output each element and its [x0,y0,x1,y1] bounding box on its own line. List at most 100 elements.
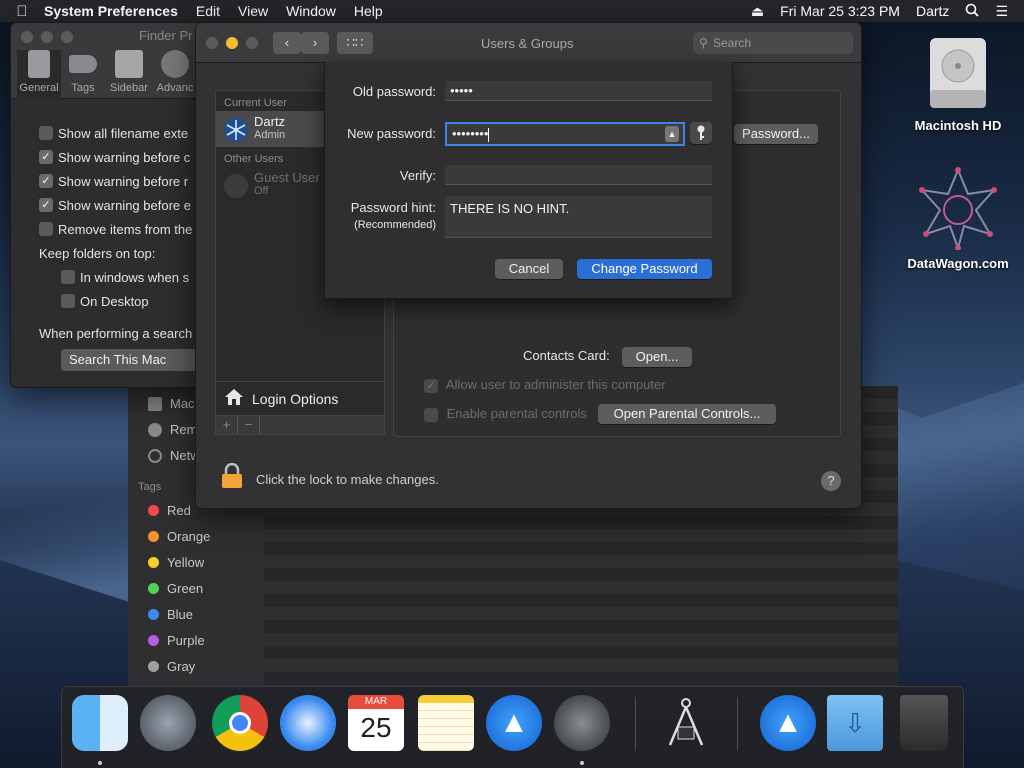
change-password-button[interactable]: Password... [734,124,818,144]
computer-icon [148,396,162,411]
allow-admin-option: ✓ Allow user to administer this computer [424,377,666,393]
zoom-button[interactable] [246,37,258,49]
snowflake-avatar-icon [224,118,248,142]
close-button[interactable] [21,31,33,43]
remove-user-button[interactable]: − [238,416,260,434]
checkbox[interactable] [61,270,75,284]
checkbox[interactable] [39,126,53,140]
tags-header: Tags [138,481,162,493]
user-list-controls: + − [215,415,385,435]
tab-general[interactable]: General [17,50,61,99]
app-store-icon[interactable]: ▲ [760,695,816,751]
system-preferences-gear-icon[interactable] [554,695,610,751]
safari-compass-icon[interactable] [280,695,336,751]
tab-sidebar[interactable]: Sidebar [107,50,151,94]
minimize-button[interactable] [226,37,238,49]
cancel-button[interactable]: Cancel [495,259,563,279]
app-store-icon[interactable]: ▲ [486,695,542,751]
menu-clock[interactable]: Fri Mar 25 3:23 PM [780,3,900,19]
password-assistant-key-icon[interactable] [690,122,712,144]
password-autofill-icon[interactable]: ▲ [665,126,679,142]
tag-color-dot [148,505,159,516]
contacts-card-label: Contacts Card: [523,348,610,363]
back-button[interactable]: ‹ [273,32,301,54]
launchpad-rocket-icon[interactable] [140,695,196,751]
tag-red[interactable]: Red [148,503,191,518]
checkbox[interactable] [39,222,53,236]
minimize-button[interactable] [41,31,53,43]
window-controls [21,31,73,43]
tag-green[interactable]: Green [148,581,203,596]
desktop-icon-datawagon[interactable]: DataWagon.com [903,166,1013,271]
search-input[interactable]: ⚲ Search [693,32,853,54]
tab-tags[interactable]: Tags [61,50,105,94]
change-password-confirm-button[interactable]: Change Password [577,259,712,279]
desktop-icon-macintosh-hd[interactable]: Macintosh HD [903,32,1013,133]
password-hint-sublabel: (Recommended) [354,219,436,231]
verify-field[interactable] [445,165,712,185]
add-user-button[interactable]: + [216,416,238,434]
show-all-grid-icon[interactable]: ∷∷ [337,32,373,54]
tag-color-dot [148,583,159,594]
eject-icon[interactable]: ⏏ [751,3,764,20]
checkbox-checked[interactable]: ✓ [39,198,53,212]
forward-button[interactable]: › [301,32,329,54]
tab-advanced[interactable]: Advanc [153,50,197,94]
menu-app-name[interactable]: System Preferences [44,3,178,19]
sidebar-item-network[interactable]: Netw [148,448,200,463]
chrome-icon[interactable] [212,695,268,751]
old-password-label: Old password: [352,84,436,99]
finder-dock-icon[interactable] [72,695,128,751]
disc-icon [148,422,162,437]
new-password-field[interactable]: •••••••• ▲ [445,122,685,146]
calendar-icon[interactable]: MAR 25 [348,695,404,751]
menu-help[interactable]: Help [354,3,383,19]
tag-color-dot [148,557,159,568]
checkbox-checked[interactable]: ✓ [39,150,53,164]
menu-view[interactable]: View [238,3,268,19]
star-network-icon [916,166,1000,252]
search-scope-select[interactable]: Search This Mac [61,349,201,371]
hard-drive-icon [926,32,990,112]
lock-icon[interactable] [221,462,243,492]
tag-purple[interactable]: Purple [148,633,205,648]
sidebar-item-mac[interactable]: Mac [148,396,195,411]
open-contacts-button[interactable]: Open... [622,347,692,367]
tag-gray[interactable]: Gray [148,659,195,674]
search-icon: ⚲ [699,36,708,50]
notes-icon[interactable] [418,695,474,751]
tag-icon [69,55,97,73]
close-button[interactable] [206,37,218,49]
menu-user[interactable]: Dartz [916,3,949,19]
downloads-folder-icon[interactable]: ⇩ [827,695,883,751]
open-parental-controls-button[interactable]: Open Parental Controls... [598,404,776,424]
tag-blue[interactable]: Blue [148,607,193,622]
chrome-center [229,712,251,734]
lock-message: Click the lock to make changes. [256,472,439,487]
window-controls [206,37,258,49]
menu-edit[interactable]: Edit [196,3,220,19]
caliper-utility-icon[interactable] [658,695,714,751]
login-options-item[interactable]: Login Options [215,381,385,415]
password-hint-field[interactable]: THERE IS NO HINT. [445,196,712,238]
zoom-button[interactable] [61,31,73,43]
old-password-field[interactable]: ••••• [445,81,712,101]
menu-window[interactable]: Window [286,3,336,19]
apple-menu-icon[interactable]:  [0,3,44,20]
notification-center-icon[interactable]: ☰ [995,3,1008,20]
sidebar-item-remote[interactable]: Rem [148,422,197,437]
checkbox[interactable] [61,294,75,308]
spotlight-icon[interactable] [965,3,980,20]
trash-icon[interactable] [900,695,948,751]
verify-label: Verify: [399,168,436,183]
help-button[interactable]: ? [821,471,841,491]
parental-controls-option: Enable parental controls [424,406,587,422]
tag-yellow[interactable]: Yellow [148,555,204,570]
window-title: Finder Pr [139,28,193,43]
tag-orange[interactable]: Orange [148,529,210,544]
checkbox-checked[interactable]: ✓ [39,174,53,188]
text-cursor [488,127,490,142]
tag-color-dot [148,531,159,542]
menu-bar:  System Preferences Edit View Window He… [0,0,1024,22]
sidebar-icon [115,50,143,78]
